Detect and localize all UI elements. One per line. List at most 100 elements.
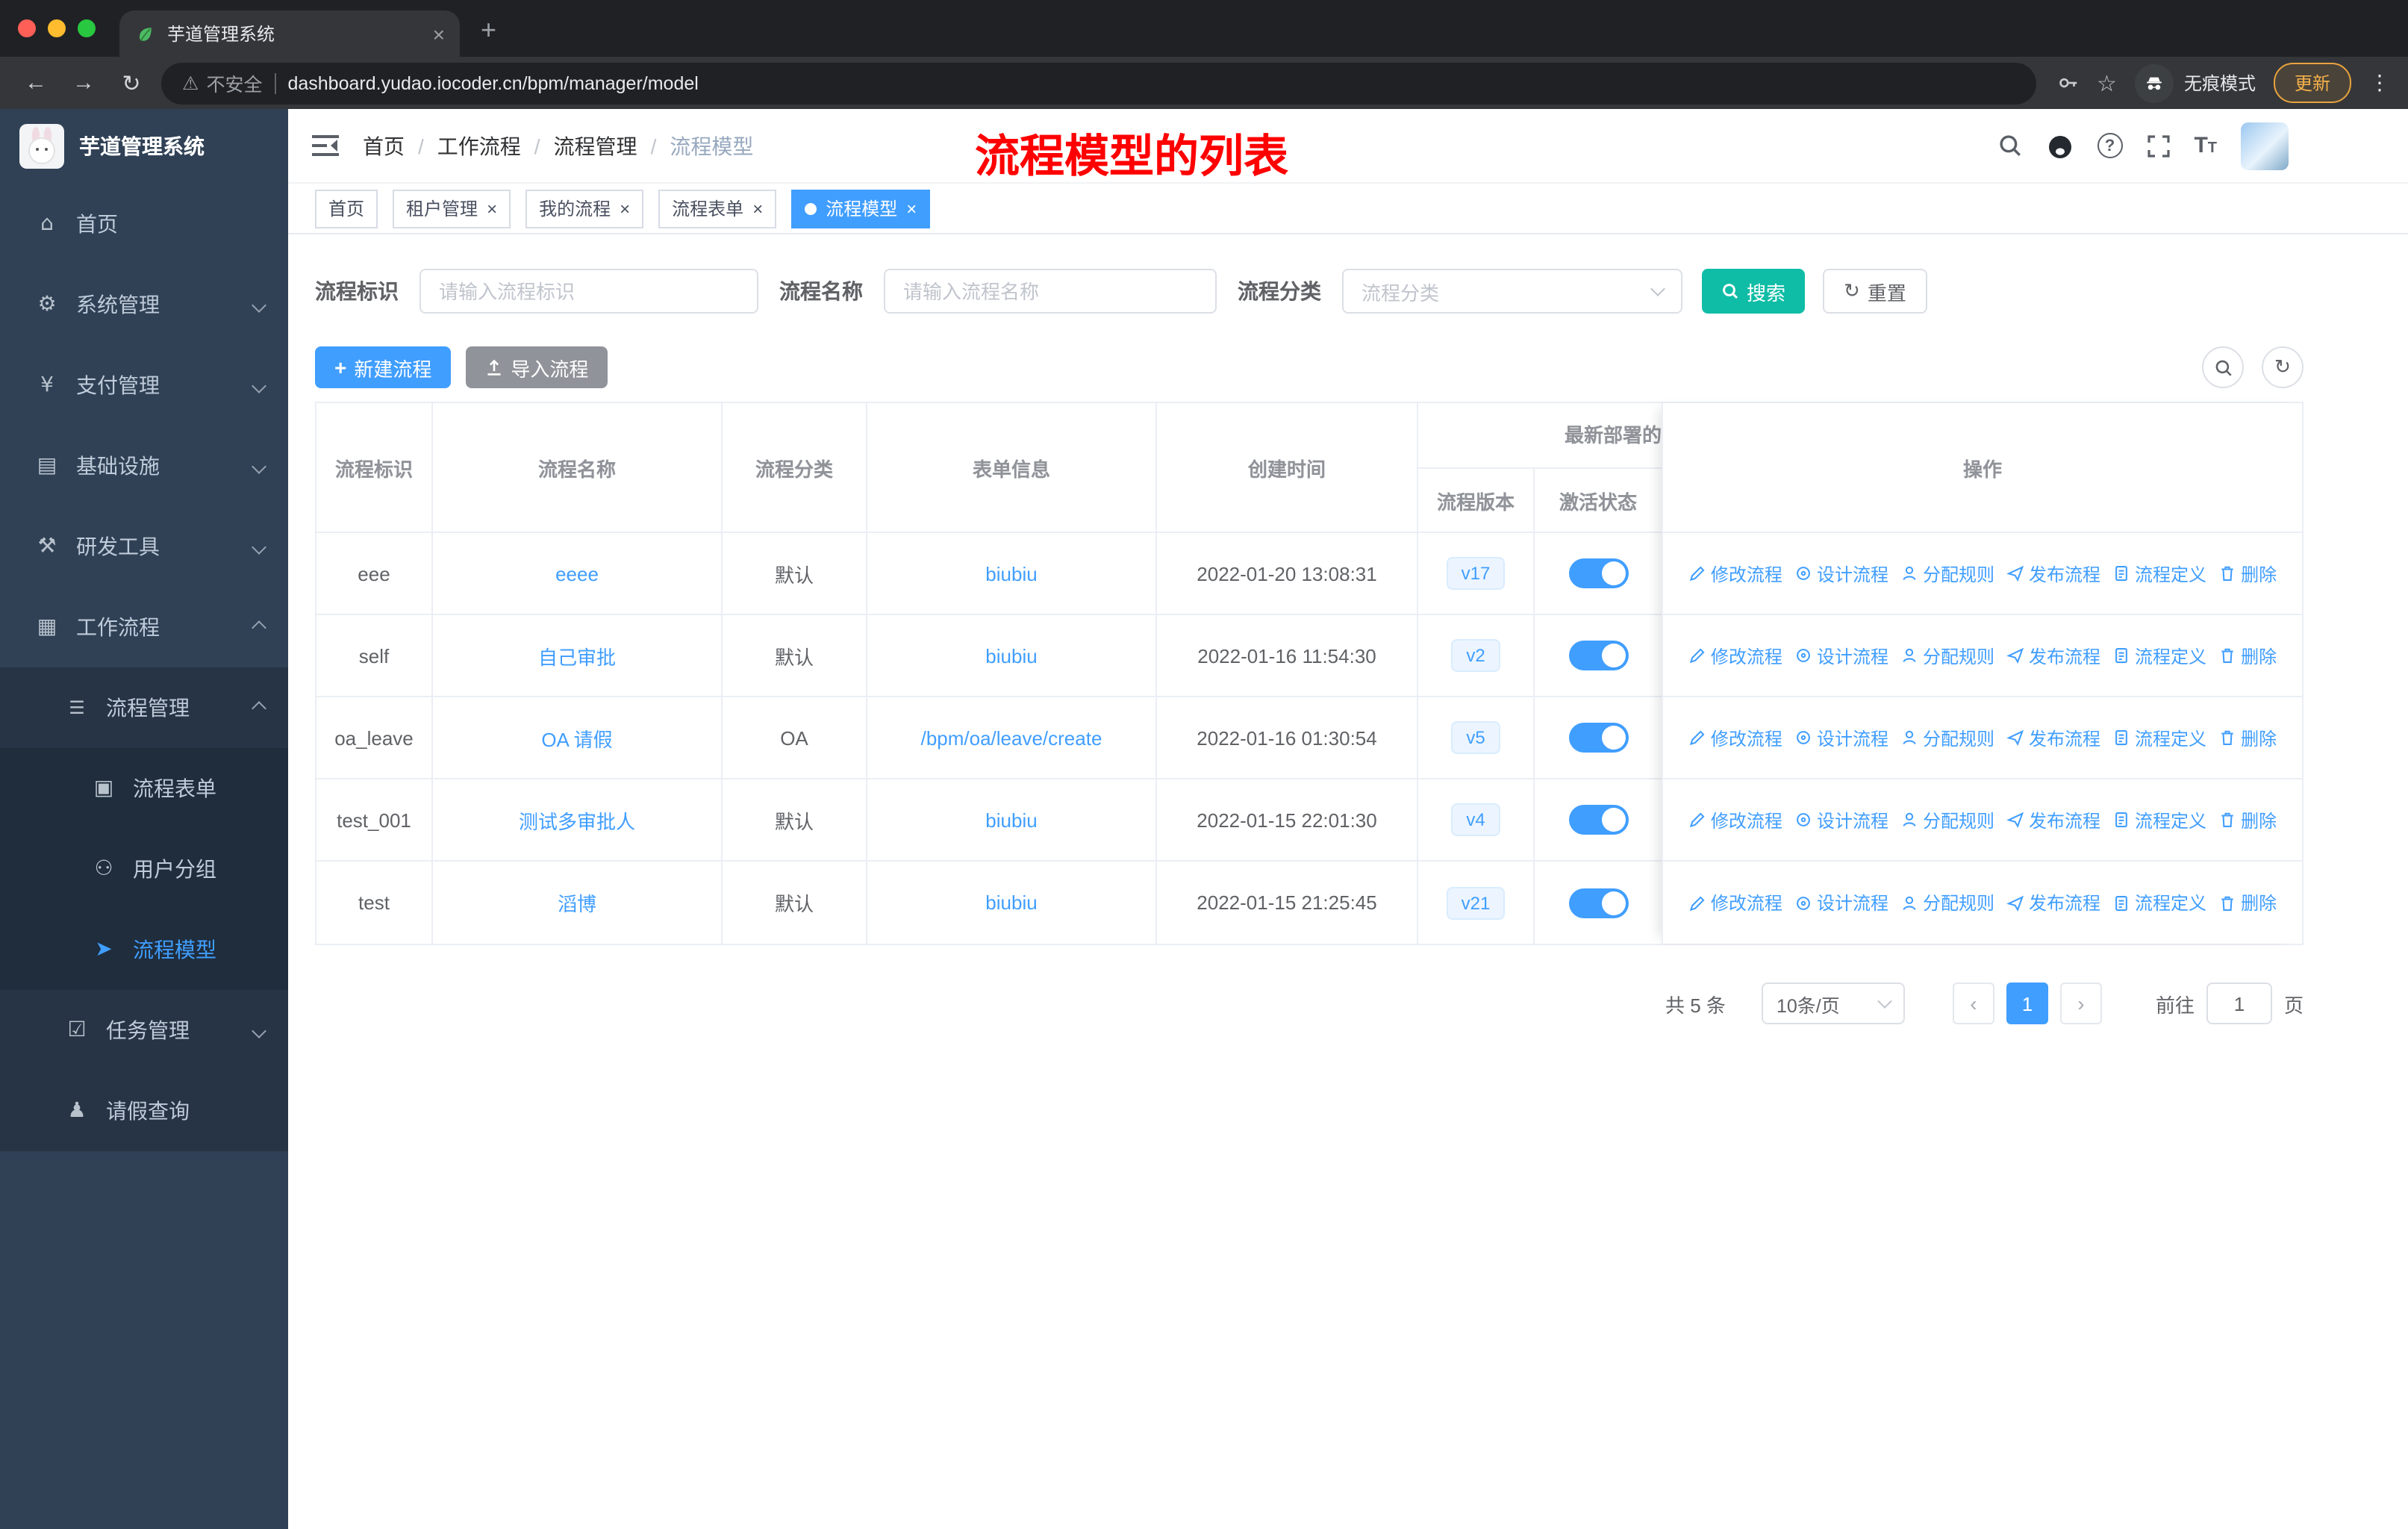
tag-home[interactable]: 首页 (315, 189, 378, 228)
delete-link[interactable]: 删除 (2218, 643, 2277, 668)
sidebar-item-system-management[interactable]: 系统管理 (0, 264, 288, 345)
modify-process-link[interactable]: 修改流程 (1688, 643, 1782, 668)
process-id-input[interactable] (419, 269, 758, 314)
form-info-link[interactable]: /bpm/oa/leave/create (921, 726, 1102, 749)
sidebar-item-task-management[interactable]: 任务管理 (0, 990, 288, 1071)
category-select[interactable]: 流程分类 (1342, 269, 1682, 314)
close-icon[interactable]: × (620, 199, 630, 217)
active-toggle[interactable] (1568, 805, 1628, 835)
back-icon[interactable]: ← (18, 70, 54, 96)
assign-rule-link[interactable]: 分配规则 (1900, 890, 1994, 915)
sidebar-item-user-group[interactable]: 用户分组 (0, 829, 288, 909)
tag-process-model[interactable]: 流程模型 × (791, 189, 931, 228)
modify-process-link[interactable]: 修改流程 (1688, 890, 1782, 915)
breadcrumb-home[interactable]: 首页 (363, 131, 405, 161)
reload-icon[interactable]: ↻ (113, 69, 149, 96)
tag-tenant-management[interactable]: 租户管理 × (393, 189, 511, 228)
process-name-link[interactable]: 测试多审批人 (519, 806, 635, 834)
active-toggle[interactable] (1568, 641, 1628, 670)
assign-rule-link[interactable]: 分配规则 (1900, 643, 1994, 668)
publish-process-link[interactable]: 发布流程 (2006, 725, 2100, 750)
process-definition-link[interactable]: 流程定义 (2112, 807, 2206, 832)
import-process-button[interactable]: 导入流程 (466, 346, 608, 388)
assign-rule-link[interactable]: 分配规则 (1900, 561, 1994, 586)
sidebar-item-workflow[interactable]: 工作流程 (0, 587, 288, 667)
refresh-button[interactable]: ↻ (2262, 346, 2303, 388)
browser-tab[interactable]: 芋道管理系统 × (119, 10, 460, 57)
font-size-icon[interactable]: TT (2194, 133, 2217, 158)
github-icon[interactable] (2046, 132, 2073, 159)
form-info-link[interactable]: biubiu (985, 809, 1037, 831)
app-logo[interactable]: 芋道管理系统 (0, 109, 288, 184)
zoom-window-button[interactable] (78, 19, 96, 37)
form-info-link[interactable]: biubiu (985, 891, 1037, 914)
breadcrumb-workflow[interactable]: 工作流程 (437, 131, 521, 161)
hamburger-icon[interactable] (312, 134, 339, 157)
delete-link[interactable]: 删除 (2218, 807, 2277, 832)
forward-icon[interactable]: → (66, 70, 102, 96)
publish-process-link[interactable]: 发布流程 (2006, 561, 2100, 586)
modify-process-link[interactable]: 修改流程 (1688, 561, 1782, 586)
design-process-link[interactable]: 设计流程 (1794, 890, 1888, 915)
publish-process-link[interactable]: 发布流程 (2006, 807, 2100, 832)
fullscreen-icon[interactable] (2146, 134, 2170, 158)
next-page-button[interactable]: › (2059, 983, 2102, 1024)
assign-rule-link[interactable]: 分配规则 (1900, 725, 1994, 750)
sidebar-item-process-form[interactable]: 流程表单 (0, 748, 288, 829)
design-process-link[interactable]: 设计流程 (1794, 725, 1888, 750)
process-name-input[interactable] (884, 269, 1217, 314)
sidebar-item-infrastructure[interactable]: 基础设施 (0, 426, 288, 506)
form-info-link[interactable]: biubiu (985, 562, 1037, 585)
sidebar-item-process-management[interactable]: 流程管理 (0, 667, 288, 748)
prev-page-button[interactable]: ‹ (1952, 983, 1994, 1024)
key-icon[interactable] (2056, 72, 2079, 94)
process-name-link[interactable]: 滔博 (558, 888, 596, 917)
design-process-link[interactable]: 设计流程 (1794, 807, 1888, 832)
process-definition-link[interactable]: 流程定义 (2112, 561, 2206, 586)
sidebar-item-home[interactable]: 首页 (0, 184, 288, 264)
sidebar-item-devtools[interactable]: 研发工具 (0, 506, 288, 587)
design-process-link[interactable]: 设计流程 (1794, 643, 1888, 668)
reset-button[interactable]: ↻ 重置 (1823, 269, 1927, 314)
page-size-select[interactable]: 10条/页 (1761, 983, 1905, 1024)
close-icon[interactable]: × (752, 199, 763, 217)
design-process-link[interactable]: 设计流程 (1794, 561, 1888, 586)
security-warning[interactable]: ⚠ 不安全 (182, 69, 262, 97)
tag-process-form[interactable]: 流程表单 × (658, 189, 777, 228)
address-bar[interactable]: ⚠ 不安全 dashboard.yudao.iocoder.cn/bpm/man… (161, 62, 2036, 104)
active-toggle[interactable] (1568, 888, 1628, 918)
kebab-menu-icon[interactable]: ⋮ (2369, 70, 2390, 96)
modify-process-link[interactable]: 修改流程 (1688, 725, 1782, 750)
publish-process-link[interactable]: 发布流程 (2006, 890, 2100, 915)
sidebar-item-leave-query[interactable]: 请假查询 (0, 1071, 288, 1151)
breadcrumb-process-management[interactable]: 流程管理 (554, 131, 637, 161)
minimize-window-button[interactable] (48, 19, 66, 37)
search-button[interactable]: 搜索 (1702, 269, 1806, 314)
search-icon[interactable] (1997, 133, 2022, 158)
process-definition-link[interactable]: 流程定义 (2112, 890, 2206, 915)
process-definition-link[interactable]: 流程定义 (2112, 643, 2206, 668)
sidebar-item-process-model[interactable]: 流程模型 (0, 909, 288, 990)
create-process-button[interactable]: + 新建流程 (315, 346, 452, 388)
delete-link[interactable]: 删除 (2218, 890, 2277, 915)
help-icon[interactable]: ? (2097, 133, 2123, 158)
form-info-link[interactable]: biubiu (985, 644, 1037, 667)
process-name-link[interactable]: eeee (555, 562, 599, 585)
delete-link[interactable]: 删除 (2218, 725, 2277, 750)
avatar[interactable] (2241, 122, 2289, 169)
close-window-button[interactable] (18, 19, 36, 37)
active-toggle[interactable] (1568, 558, 1628, 588)
sidebar-item-payment-management[interactable]: 支付管理 (0, 345, 288, 426)
delete-link[interactable]: 删除 (2218, 561, 2277, 586)
modify-process-link[interactable]: 修改流程 (1688, 807, 1782, 832)
active-toggle[interactable] (1568, 723, 1628, 753)
assign-rule-link[interactable]: 分配规则 (1900, 807, 1994, 832)
process-name-link[interactable]: 自己审批 (538, 641, 616, 670)
update-button[interactable]: 更新 (2273, 63, 2351, 103)
close-icon[interactable]: × (906, 199, 917, 217)
page-number-1[interactable]: 1 (2006, 983, 2048, 1024)
process-name-link[interactable]: OA 请假 (541, 723, 612, 752)
close-icon[interactable]: × (487, 199, 497, 217)
star-icon[interactable]: ☆ (2097, 69, 2117, 96)
incognito-chip[interactable]: 无痕模式 (2134, 63, 2256, 102)
